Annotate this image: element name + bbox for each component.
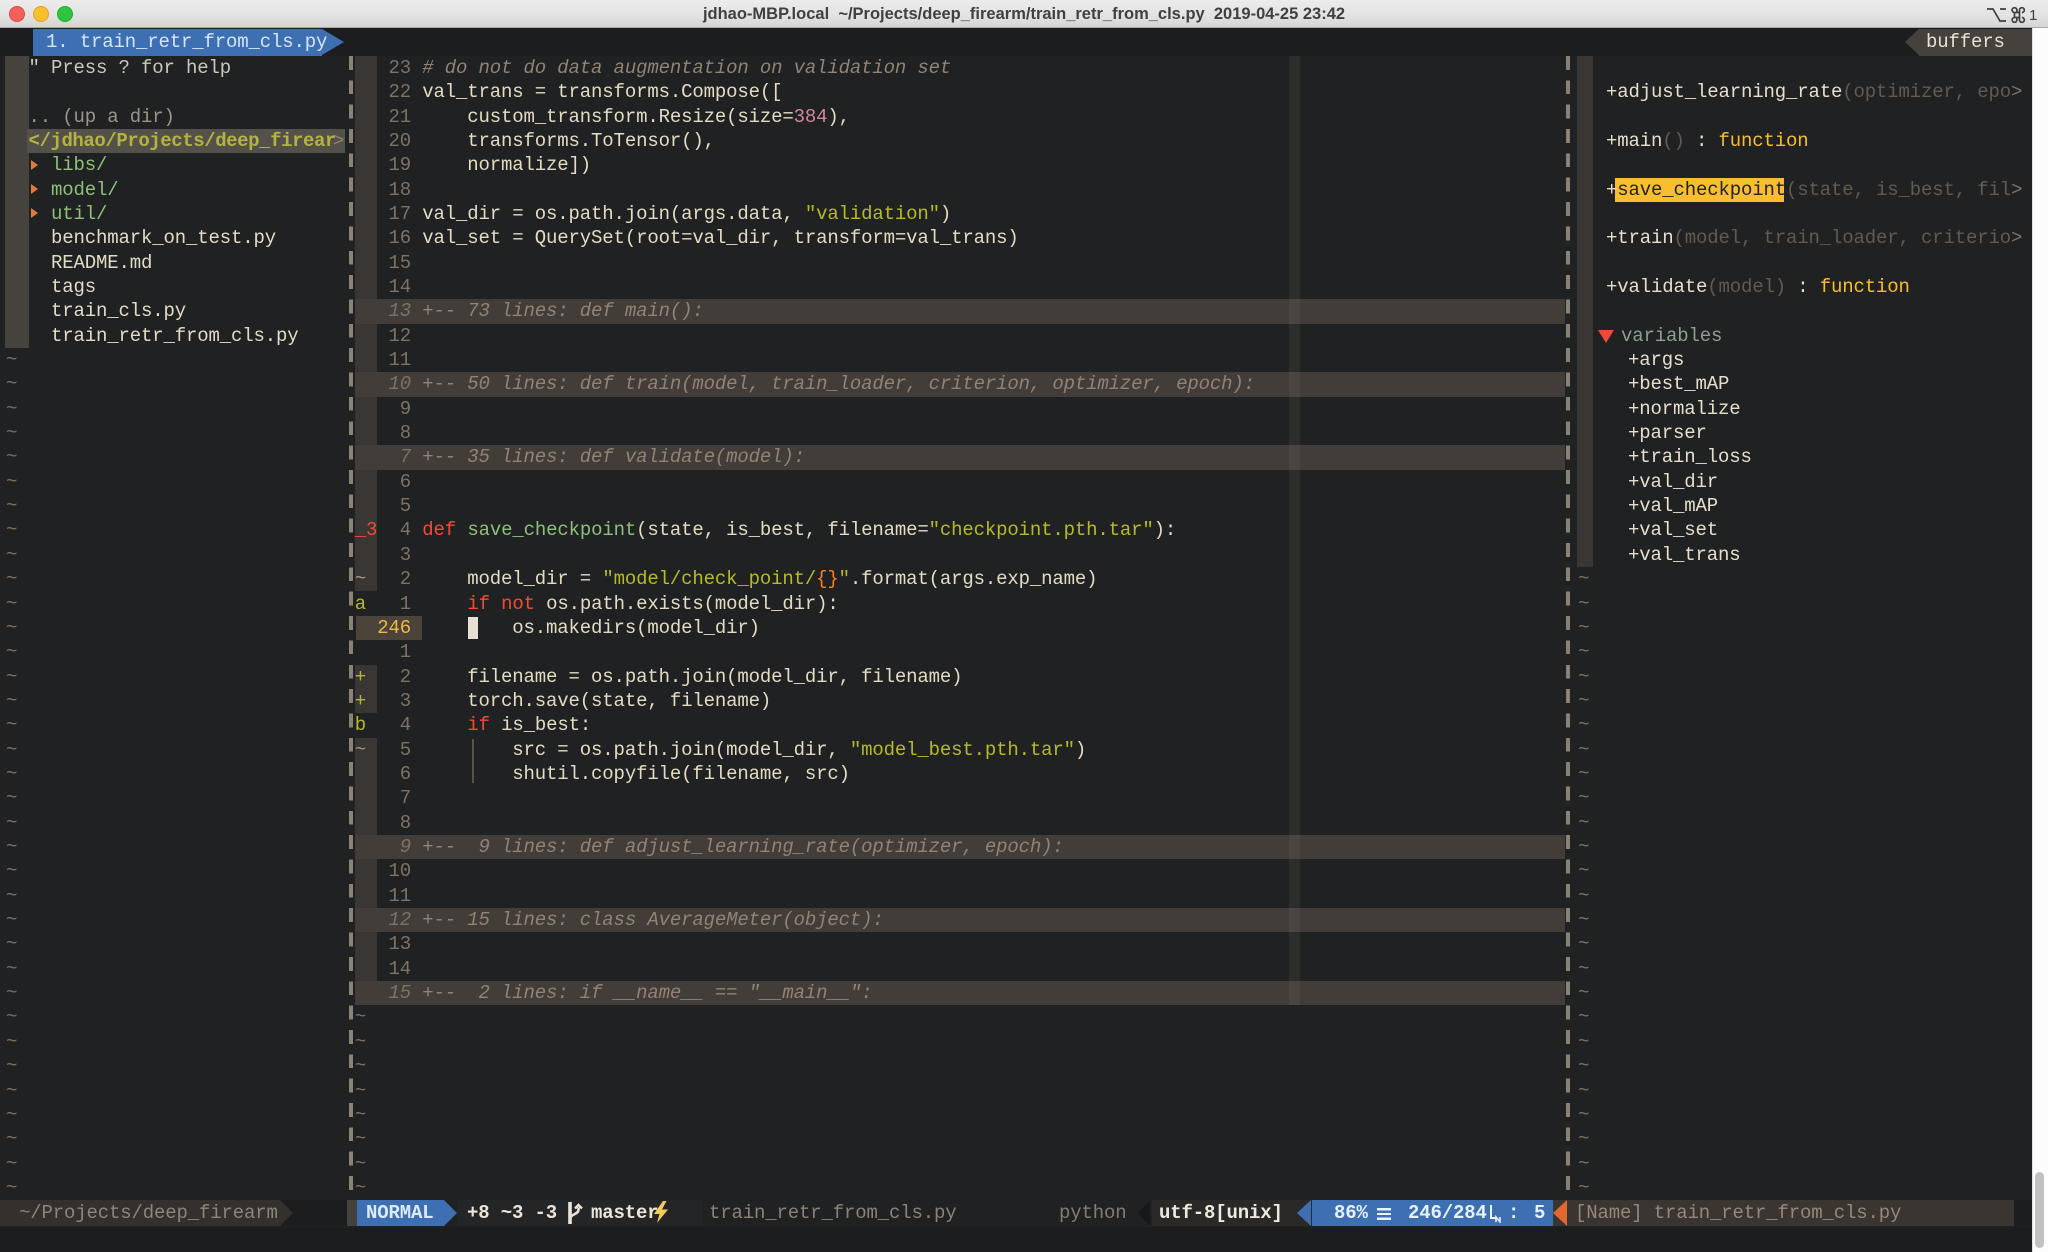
- svg-text:1: 1: [2029, 7, 2037, 24]
